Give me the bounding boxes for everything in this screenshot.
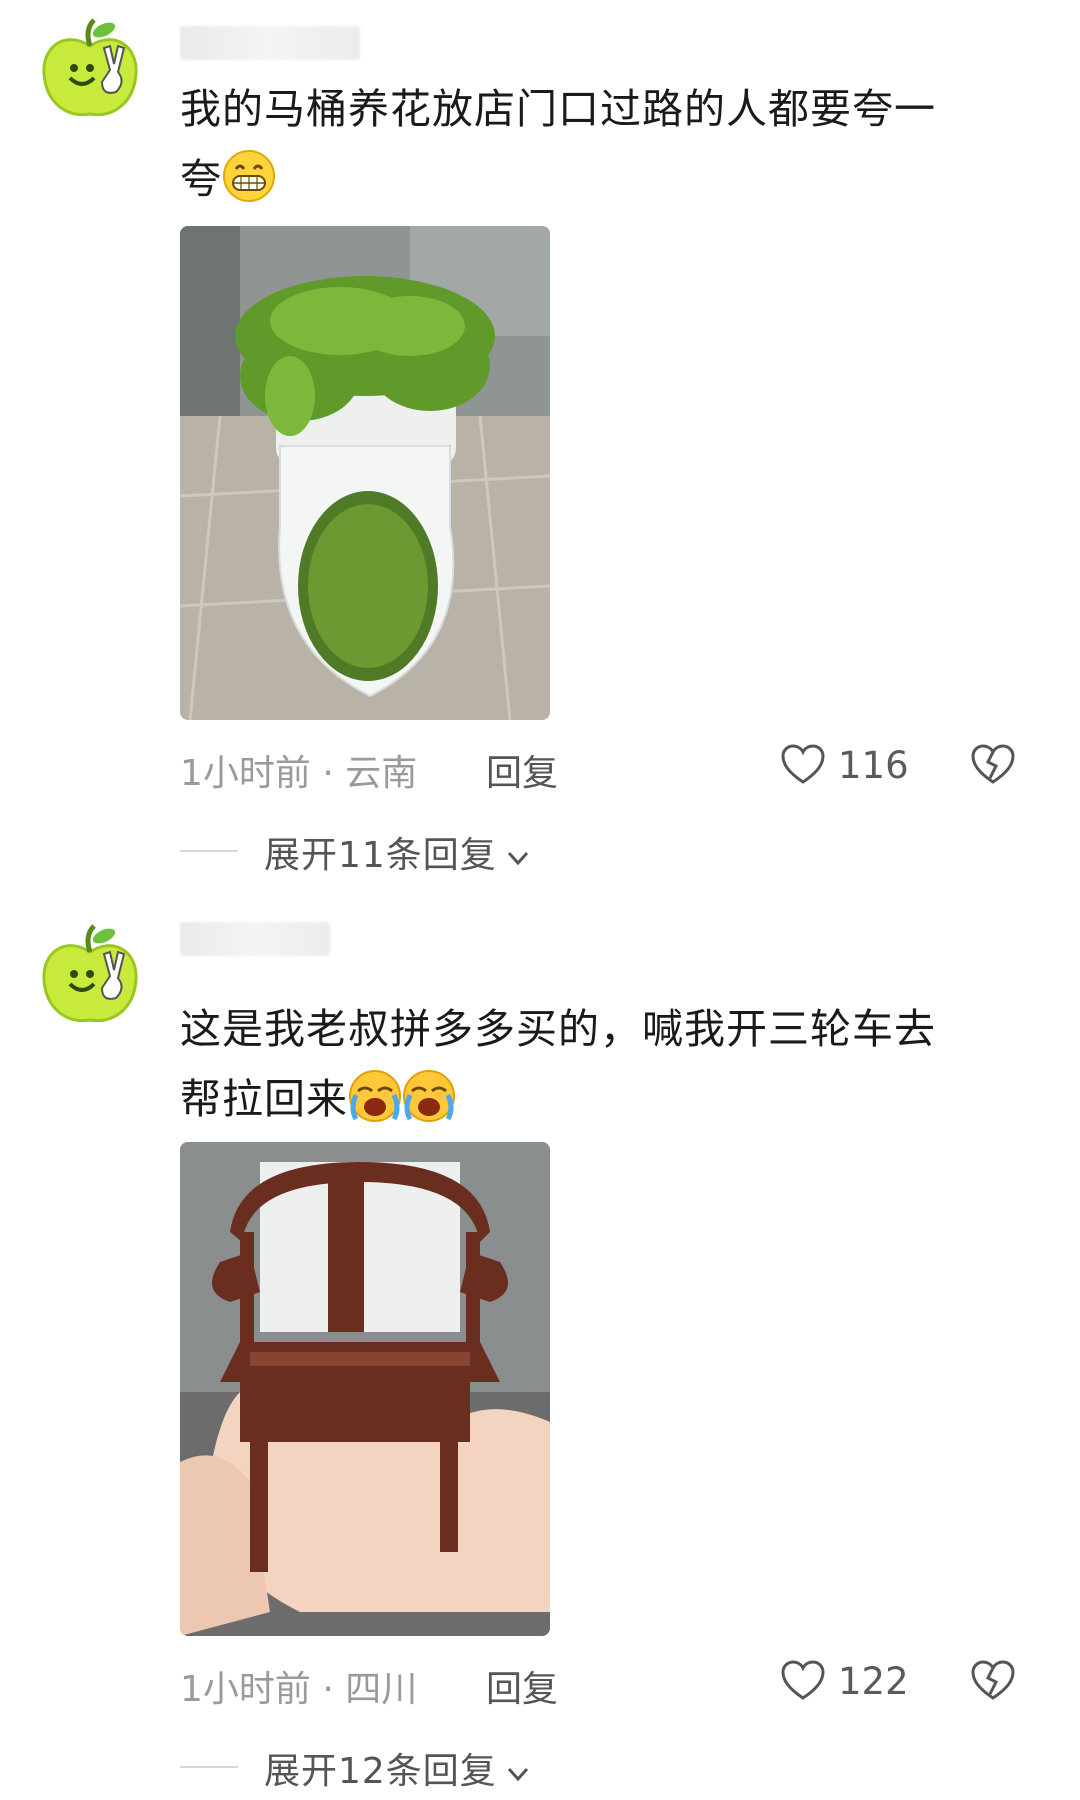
apple-avatar-icon bbox=[42, 18, 138, 117]
miniature-chair-photo[interactable] bbox=[180, 1142, 550, 1636]
toilet-planter-photo[interactable] bbox=[180, 226, 550, 720]
like-count: 116 bbox=[838, 744, 909, 787]
divider bbox=[180, 1766, 238, 1768]
chevron-down-icon bbox=[507, 851, 528, 866]
heart-outline-icon bbox=[781, 1660, 825, 1700]
comment-time-location: 1小时前 · 四川 bbox=[180, 1669, 418, 1710]
comment-item: 这是我老叔拼多多买的，喊我开三轮车去 帮拉回来 1小时前 · 四川 回复 122… bbox=[0, 900, 1080, 1800]
expand-replies-label: 展开12条回复 bbox=[264, 1751, 497, 1792]
username-redacted[interactable] bbox=[180, 26, 360, 60]
apple-avatar-icon bbox=[42, 924, 138, 1023]
heart-outline-icon bbox=[781, 744, 825, 784]
like-count: 122 bbox=[838, 1660, 909, 1703]
expand-replies-label-wrap: 展开11条回复 bbox=[264, 826, 533, 878]
username-redacted[interactable] bbox=[180, 922, 330, 956]
expand-replies-label: 展开11条回复 bbox=[264, 835, 497, 876]
reply-button[interactable]: 回复 bbox=[486, 1660, 558, 1712]
divider bbox=[180, 850, 238, 852]
comment-text-line: 夸 bbox=[180, 155, 222, 203]
comment-text-line: 这是我老叔拼多多买的，喊我开三轮车去 bbox=[180, 1005, 936, 1053]
avatar[interactable] bbox=[36, 922, 144, 1030]
broken-heart-icon[interactable] bbox=[970, 1658, 1016, 1704]
comment-item: 我的马桶养花放店门口过路的人都要夸一 夸 1小时前 · 云南 回复 116 展开… bbox=[0, 0, 1080, 880]
broken-heart-icon[interactable] bbox=[970, 742, 1016, 788]
comment-text: 这是我老叔拼多多买的，喊我开三轮车去 帮拉回来 bbox=[180, 994, 1010, 1134]
grinning-face-icon bbox=[223, 150, 275, 202]
reply-button[interactable]: 回复 bbox=[486, 744, 558, 796]
comment-text-line-2: 帮拉回来 bbox=[180, 1064, 1010, 1134]
comment-text-line-2: 夸 bbox=[180, 144, 1010, 214]
loudly-crying-face-icon bbox=[349, 1070, 401, 1122]
chevron-down-icon bbox=[507, 1767, 528, 1782]
comment-meta: 1小时前 · 四川 回复 122 bbox=[180, 1652, 1020, 1712]
comment-text: 我的马桶养花放店门口过路的人都要夸一 夸 bbox=[180, 74, 1010, 214]
loudly-crying-face-icon bbox=[403, 1070, 455, 1122]
comment-text-line: 帮拉回来 bbox=[180, 1075, 348, 1123]
avatar[interactable] bbox=[36, 16, 144, 124]
comment-meta: 1小时前 · 云南 回复 116 bbox=[180, 736, 1020, 796]
comment-text-line: 我的马桶养花放店门口过路的人都要夸一 bbox=[180, 85, 936, 133]
comment-time-location: 1小时前 · 云南 bbox=[180, 753, 418, 794]
expand-replies-label-wrap: 展开12条回复 bbox=[264, 1742, 533, 1794]
